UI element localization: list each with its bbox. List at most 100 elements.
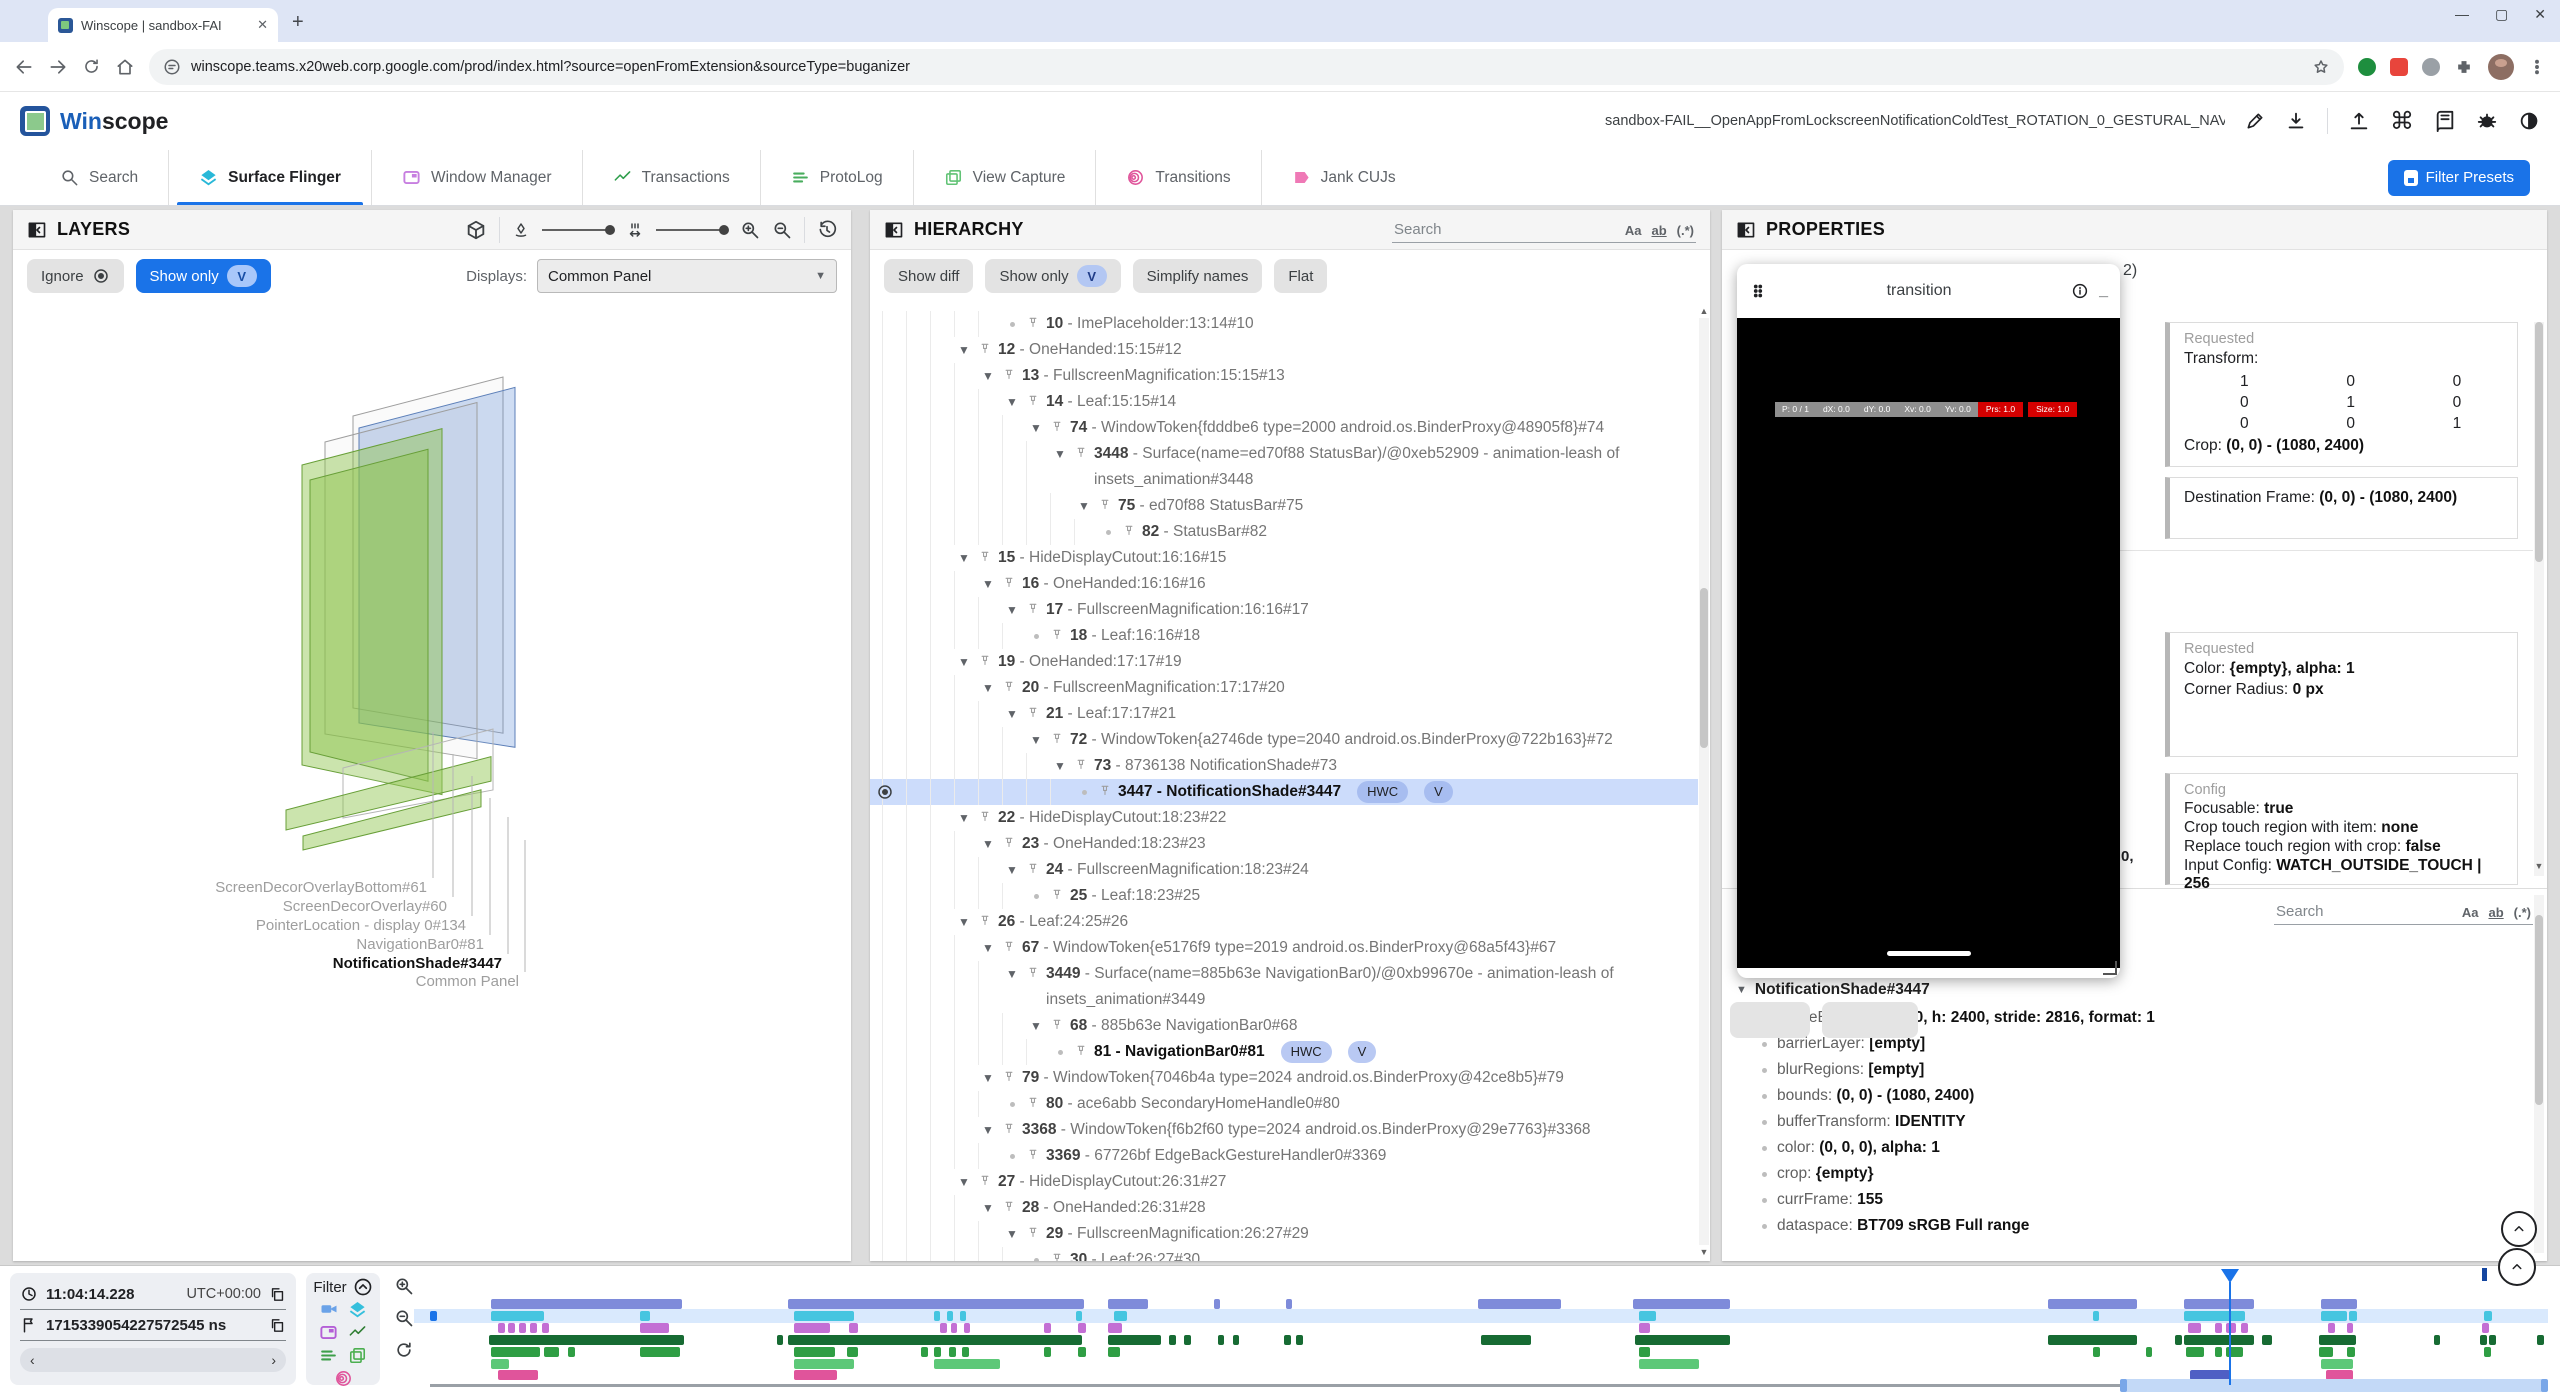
window-manager-event[interactable] <box>2482 1323 2488 1333</box>
scroll-down-icon[interactable]: ▼ <box>2534 861 2544 871</box>
tab-surface-flinger[interactable]: Surface Flinger <box>168 150 371 205</box>
forward-icon[interactable] <box>48 57 68 77</box>
tab-window-manager[interactable]: Window Manager <box>371 150 582 205</box>
window-manager-event[interactable] <box>519 1323 526 1333</box>
extension-icon-red[interactable] <box>2390 58 2408 76</box>
pin-node-icon[interactable] <box>1002 940 1016 954</box>
properties-root-node[interactable]: ▼ NotificationShade#3447 <box>1736 975 2527 1005</box>
events-green-event[interactable] <box>2215 1347 2222 1357</box>
simplify-names-button[interactable]: Simplify names <box>1133 259 1263 293</box>
filter-viewcapture-icon[interactable] <box>348 1346 367 1365</box>
view-capture-event[interactable] <box>491 1359 509 1369</box>
pin-node-icon[interactable] <box>1074 758 1088 772</box>
tree-node-73[interactable]: ▼73 - 8736138 NotificationShade#73 <box>870 753 1698 779</box>
match-case-icon[interactable]: Aa <box>2462 905 2479 920</box>
events-green-event[interactable] <box>794 1347 834 1357</box>
tab-close-icon[interactable]: ✕ <box>257 17 268 33</box>
transactions-event[interactable] <box>1633 1299 1730 1309</box>
events-green-event[interactable] <box>2484 1347 2490 1357</box>
home-icon[interactable] <box>115 57 135 77</box>
filter-sf-icon[interactable] <box>348 1300 367 1319</box>
window-manager-event[interactable] <box>2347 1323 2353 1333</box>
collapse-node-icon[interactable]: ▼ <box>956 649 972 675</box>
protolog-event[interactable] <box>1108 1335 1161 1345</box>
back-icon[interactable] <box>14 57 34 77</box>
collapse-node-icon[interactable]: ▼ <box>980 935 996 961</box>
protolog-event[interactable] <box>1296 1335 1302 1345</box>
timeline-reset-zoom-icon[interactable] <box>394 1340 414 1360</box>
pin-node-icon[interactable] <box>1050 1252 1064 1261</box>
match-word-icon[interactable]: ab <box>1651 223 1666 238</box>
property-blurRegions[interactable]: blurRegions: [empty] <box>1736 1057 2527 1083</box>
protolog-event[interactable] <box>2480 1335 2486 1345</box>
layer-label[interactable]: ScreenDecorOverlay#60 <box>283 898 447 915</box>
pin-node-icon[interactable] <box>1098 784 1112 798</box>
events-green-event[interactable] <box>847 1347 858 1357</box>
occluded-chip[interactable] <box>1822 1002 1918 1038</box>
collapse-node-icon[interactable]: ▼ <box>956 545 972 571</box>
extension-icon-gray[interactable] <box>2422 58 2440 76</box>
pin-node-icon[interactable] <box>1002 1070 1016 1084</box>
tree-node-19[interactable]: ▼19 - OneHanded:17:17#19 <box>870 649 1698 675</box>
browser-tab[interactable]: Winscope | sandbox-FAI ✕ <box>48 8 278 42</box>
events-green-event[interactable] <box>491 1347 540 1357</box>
tree-node-25[interactable]: 25 - Leaf:18:23#25 <box>870 883 1698 909</box>
collapse-node-icon[interactable]: ▼ <box>1004 857 1020 883</box>
dark-mode-icon[interactable] <box>2518 110 2540 132</box>
window-manager-event[interactable] <box>530 1323 537 1333</box>
property-bufferTransform[interactable]: bufferTransform: IDENTITY <box>1736 1109 2527 1135</box>
events-green-event[interactable] <box>2319 1347 2333 1357</box>
match-case-icon[interactable]: Aa <box>1625 223 1642 238</box>
protolog-event[interactable] <box>2175 1335 2181 1345</box>
collapse-timeline-button[interactable] <box>2498 1248 2536 1286</box>
property-bounds[interactable]: bounds: (0, 0) - (1080, 2400) <box>1736 1083 2527 1109</box>
pin-node-icon[interactable] <box>1002 368 1016 382</box>
ignore-visibility-button[interactable]: Ignore <box>27 259 124 293</box>
pin-node-icon[interactable] <box>1122 524 1136 538</box>
transactions-event[interactable] <box>2184 1299 2254 1309</box>
surface-flinger-event[interactable] <box>2484 1311 2491 1321</box>
collapse-node-icon[interactable]: ▼ <box>956 337 972 363</box>
protolog-event[interactable] <box>2262 1335 2272 1345</box>
current-timestamp-ns[interactable]: 1715339054227572545 ns <box>46 1317 226 1334</box>
collapse-node-icon[interactable]: ▼ <box>1028 415 1044 441</box>
transitions-event[interactable] <box>794 1370 836 1380</box>
transactions-event[interactable] <box>788 1299 1085 1309</box>
displays-select[interactable]: Common Panel ▼ <box>537 259 837 293</box>
events-green-event[interactable] <box>640 1347 680 1357</box>
tree-node-74[interactable]: ▼74 - WindowToken{fdddbe6 type=2000 andr… <box>870 415 1698 441</box>
collapse-panel-icon[interactable] <box>27 220 47 240</box>
extensions-puzzle-icon[interactable] <box>2454 57 2474 77</box>
tree-node-3448[interactable]: ▼3448 - Surface(name=ed70f88 StatusBar)/… <box>870 441 1698 493</box>
collapse-node-icon[interactable]: ▼ <box>980 363 996 389</box>
protolog-event[interactable] <box>1635 1335 1730 1345</box>
timeline-zoom-range[interactable] <box>2120 1379 2548 1392</box>
pin-node-icon[interactable] <box>1050 1018 1064 1032</box>
window-manager-event[interactable] <box>794 1323 830 1333</box>
window-manager-event[interactable] <box>1108 1323 1122 1333</box>
pin-node-icon[interactable] <box>978 810 992 824</box>
layer-label[interactable]: PointerLocation - display 0#134 <box>256 917 466 934</box>
window-manager-event[interactable] <box>1044 1323 1051 1333</box>
tree-node-16[interactable]: ▼16 - OneHanded:16:16#16 <box>870 571 1698 597</box>
copy-ns-icon[interactable] <box>269 1317 286 1334</box>
property-crop[interactable]: crop: {empty} <box>1736 1161 2527 1187</box>
protolog-event[interactable] <box>2434 1335 2440 1345</box>
pin-node-icon[interactable] <box>1002 576 1016 590</box>
view-capture-event[interactable] <box>794 1359 853 1369</box>
window-manager-event[interactable] <box>1078 1323 1086 1333</box>
window-manager-event[interactable] <box>1639 1323 1650 1333</box>
collapse-node-icon[interactable]: ▼ <box>980 571 996 597</box>
bookmark-star-icon[interactable] <box>2312 58 2330 76</box>
scroll-up-icon[interactable]: ▲ <box>1699 306 1709 316</box>
collapse-filter-icon[interactable] <box>353 1277 373 1297</box>
tree-node-12[interactable]: ▼12 - OneHanded:15:15#12 <box>870 337 1698 363</box>
collapse-node-icon[interactable]: ▼ <box>980 675 996 701</box>
collapse-node-icon[interactable]: ▼ <box>980 1195 996 1221</box>
window-manager-event[interactable] <box>849 1323 857 1333</box>
pin-node-icon[interactable] <box>1026 706 1040 720</box>
browser-menu-icon[interactable] <box>2528 58 2546 76</box>
show-diff-button[interactable]: Show diff <box>884 259 973 293</box>
surface-flinger-event[interactable] <box>491 1311 544 1321</box>
window-minimize-button[interactable]: — <box>2455 6 2469 23</box>
